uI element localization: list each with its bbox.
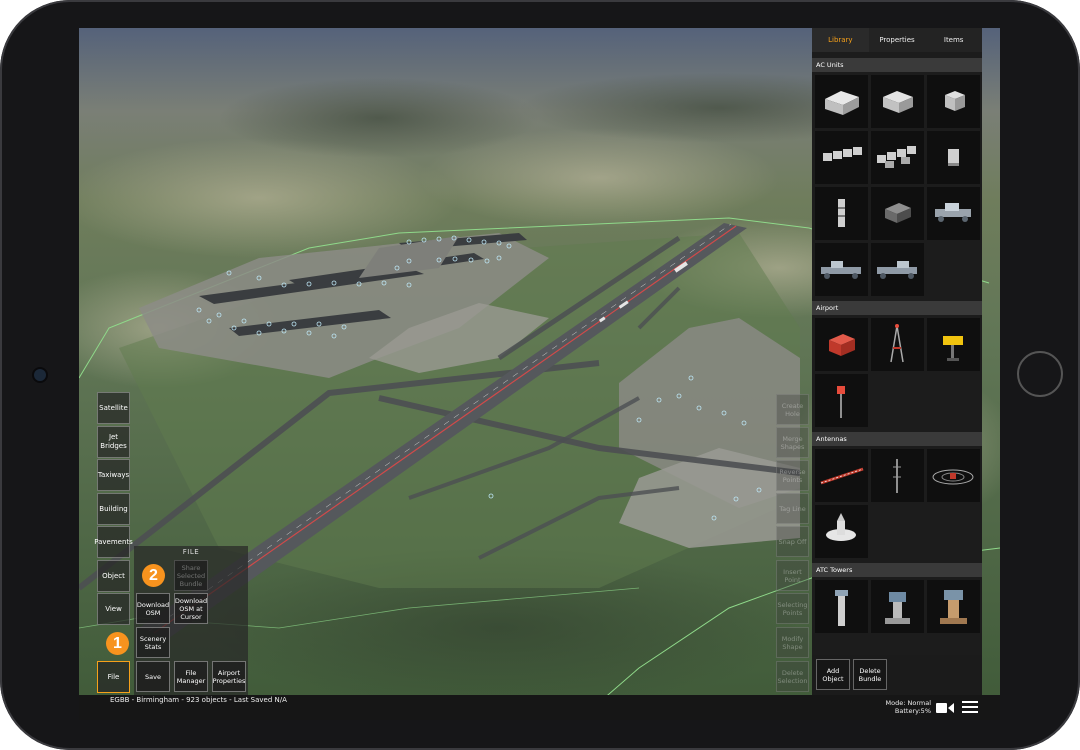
view-button[interactable]: View xyxy=(97,593,130,625)
mode-status: Mode: Normal Battery:5% xyxy=(859,699,931,715)
library-tile[interactable] xyxy=(871,580,924,633)
delete-bundle-button[interactable]: Delete Bundle xyxy=(853,659,887,690)
library-tile[interactable] xyxy=(815,131,868,184)
home-button[interactable] xyxy=(1017,351,1063,397)
section-antennas: Antennas xyxy=(812,432,982,446)
download-osm-at-cursor-button[interactable]: Download OSM at Cursor xyxy=(174,593,208,624)
library-tile[interactable] xyxy=(871,243,924,296)
library-tile[interactable] xyxy=(815,75,868,128)
share-bundle-button[interactable]: Share Selected Bundle xyxy=(174,560,208,591)
callout-badge-2: 2 xyxy=(142,564,165,587)
satellite-button[interactable]: Satellite xyxy=(97,392,130,424)
selecting-points-button[interactable]: Selecting Points xyxy=(776,593,809,624)
library-tile[interactable] xyxy=(927,75,980,128)
library-tile[interactable] xyxy=(815,580,868,633)
scenery-stats-button[interactable]: Scenery Stats xyxy=(136,627,170,658)
taxiways-button[interactable]: Taxiways xyxy=(97,459,130,491)
library-tile[interactable] xyxy=(871,131,924,184)
callout-badge-1: 1 xyxy=(106,632,129,655)
delete-selection-button[interactable]: Delete Selection xyxy=(776,661,809,692)
snap-off-button[interactable]: Snap Off xyxy=(776,526,809,557)
mode-label: Mode: Normal xyxy=(885,699,931,707)
section-ac-units: AC Units xyxy=(812,58,982,72)
library-tile[interactable] xyxy=(871,318,924,371)
library-tile[interactable] xyxy=(815,374,868,427)
library-tile[interactable] xyxy=(871,75,924,128)
library-tile[interactable] xyxy=(927,187,980,240)
add-object-button[interactable]: Add Object xyxy=(816,659,850,690)
video-camera-icon[interactable] xyxy=(936,702,954,714)
tablet-frame: Satellite Jet Bridges Taxiways Building … xyxy=(0,0,1080,750)
tab-properties[interactable]: Properties xyxy=(869,28,926,52)
library-tile[interactable] xyxy=(927,580,980,633)
modify-shape-button[interactable]: Modify Shape xyxy=(776,627,809,658)
reverse-points-button[interactable]: Reverse Points xyxy=(776,460,809,491)
pavements-button[interactable]: Pavements xyxy=(94,526,133,558)
app-screen: Satellite Jet Bridges Taxiways Building … xyxy=(79,28,1000,720)
building-button[interactable]: Building xyxy=(97,493,130,525)
library-tile[interactable] xyxy=(815,243,868,296)
panel-tabs: Library Properties Items xyxy=(812,28,982,52)
section-atc-towers: ATC Towers xyxy=(812,563,982,577)
library-panel: Library Properties Items AC Units Airpor… xyxy=(812,28,982,698)
library-tile[interactable] xyxy=(815,505,868,558)
airport-status-text: EGBB - Birmingham - 923 objects - Last S… xyxy=(110,696,287,704)
file-button[interactable]: File xyxy=(97,661,130,693)
library-tile[interactable] xyxy=(815,187,868,240)
battery-label: Battery:5% xyxy=(894,707,931,715)
file-menu-title: FILE xyxy=(182,548,200,556)
tab-library[interactable]: Library xyxy=(812,28,869,52)
create-hole-button[interactable]: Create Hole xyxy=(776,394,809,425)
file-manager-button[interactable]: File Manager xyxy=(174,661,208,692)
tag-line-button[interactable]: Tag Line xyxy=(776,493,809,524)
object-button[interactable]: Object xyxy=(97,560,130,592)
library-tile[interactable] xyxy=(815,318,868,371)
library-tile[interactable] xyxy=(815,449,868,502)
jet-bridges-button[interactable]: Jet Bridges xyxy=(97,426,130,458)
insert-point-button[interactable]: Insert Point xyxy=(776,560,809,591)
status-bar: EGBB - Birmingham - 923 objects - Last S… xyxy=(79,695,1000,720)
tab-items[interactable]: Items xyxy=(925,28,982,52)
hamburger-menu-icon[interactable] xyxy=(962,700,978,714)
front-camera xyxy=(34,369,46,381)
library-tile[interactable] xyxy=(927,131,980,184)
section-airport: Airport xyxy=(812,301,982,315)
library-tile[interactable] xyxy=(871,449,924,502)
library-tile[interactable] xyxy=(871,187,924,240)
merge-shapes-button[interactable]: Merge Shapes xyxy=(776,427,809,458)
library-tile[interactable] xyxy=(927,449,980,502)
save-button[interactable]: Save xyxy=(136,661,170,692)
download-osm-button[interactable]: Download OSM xyxy=(136,593,170,624)
airport-properties-button[interactable]: Airport Properties xyxy=(212,661,246,692)
library-tile[interactable] xyxy=(927,318,980,371)
